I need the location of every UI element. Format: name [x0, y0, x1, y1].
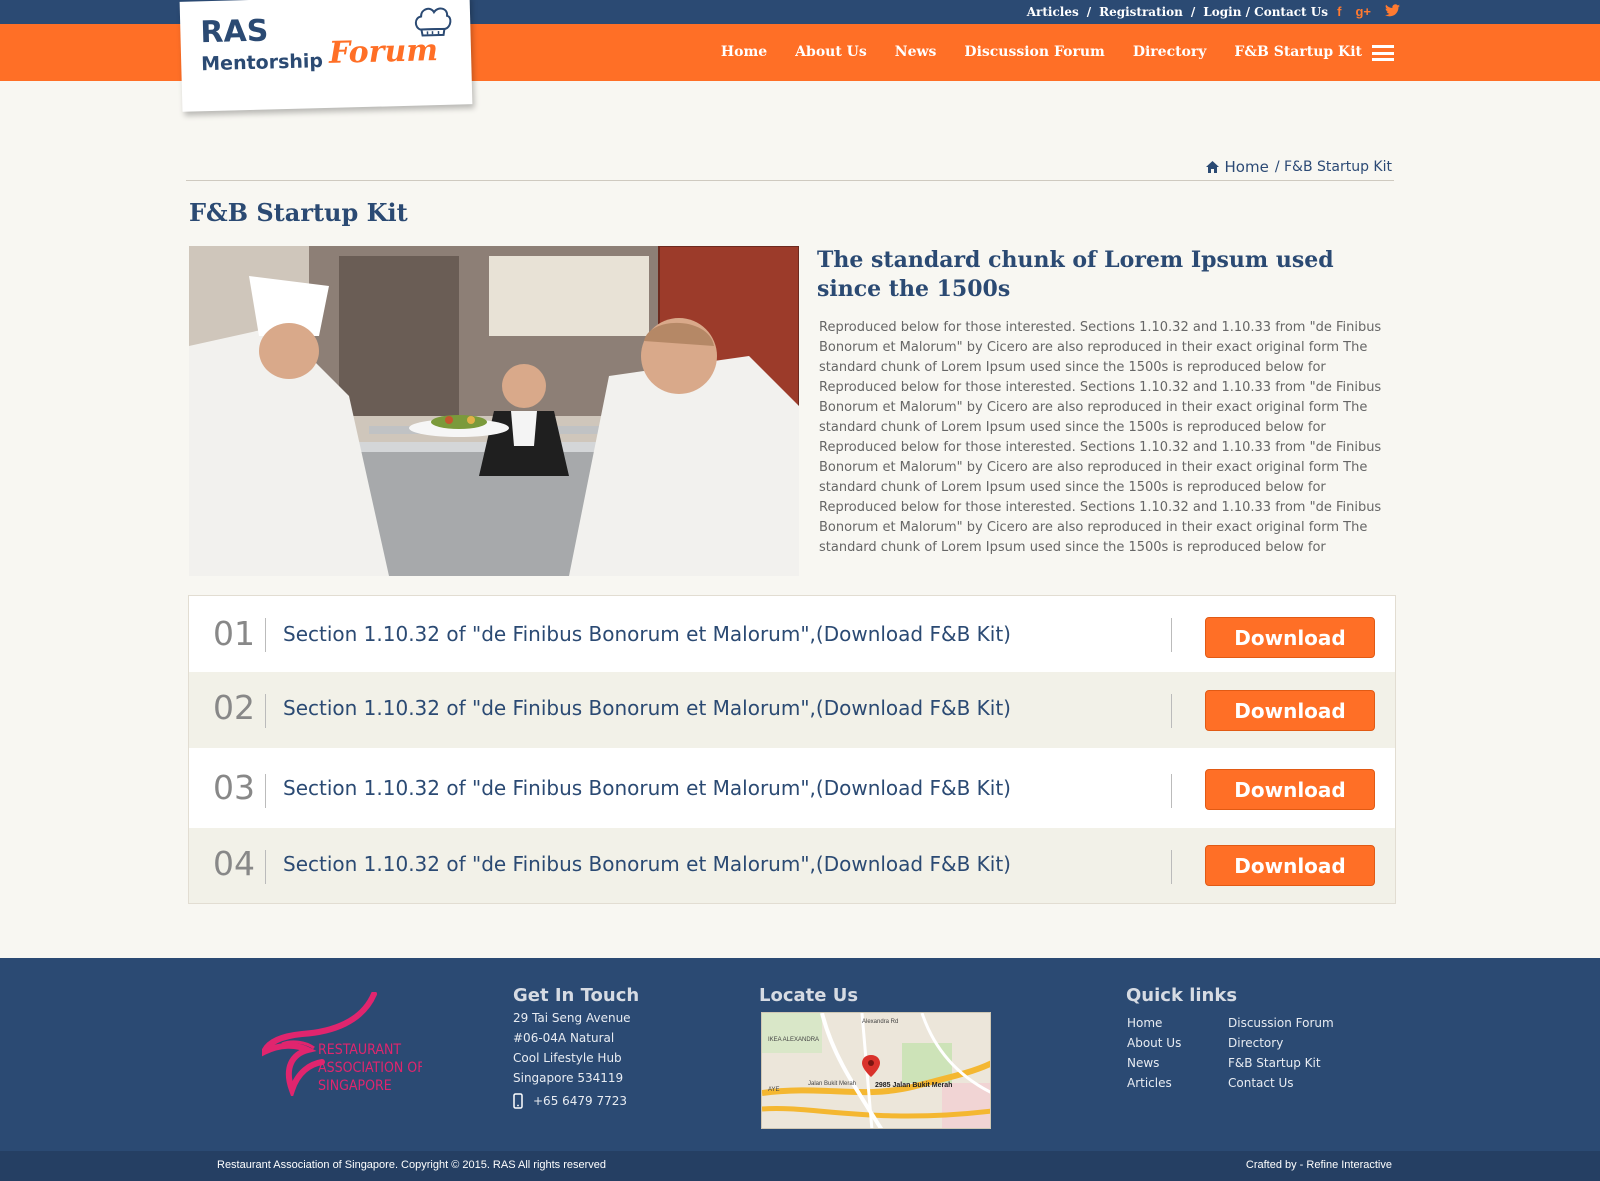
- contact-heading: Get In Touch: [513, 985, 640, 1006]
- address-line: 29 Tai Seng Avenue: [513, 1011, 631, 1025]
- quicklink-directory[interactable]: Directory: [1228, 1033, 1334, 1053]
- copyright: Restaurant Association of Singapore. Cop…: [217, 1159, 607, 1171]
- twitter-icon[interactable]: [1385, 4, 1400, 20]
- nav-discussion-forum[interactable]: Discussion Forum: [964, 44, 1104, 60]
- quicklinks-col1: Home About Us News Articles: [1127, 1013, 1181, 1093]
- intro-title: The standard chunk of Lorem Ipsum used s…: [817, 247, 1334, 302]
- top-link-registration[interactable]: Registration: [1099, 5, 1183, 19]
- top-link-login-contact[interactable]: Login / Contact Us: [1203, 5, 1328, 19]
- item-number: 01: [213, 614, 255, 653]
- address-line: Cool Lifestyle Hub: [513, 1051, 622, 1065]
- map-street-label: Alexandra Rd: [862, 1019, 898, 1025]
- list-item: 04 Section 1.10.32 of "de Finibus Bonoru…: [189, 828, 1395, 903]
- nav-news[interactable]: News: [895, 44, 937, 60]
- nav-fb-startup-kit[interactable]: F&B Startup Kit: [1234, 44, 1362, 60]
- contact-address: 29 Tai Seng Avenue #06-04A Natural Cool …: [513, 1008, 631, 1088]
- bottom-bar: Restaurant Association of Singapore. Cop…: [0, 1151, 1600, 1181]
- map-street-label: Jalan Bukit Merah: [808, 1081, 856, 1087]
- quicklink-fb-startup-kit[interactable]: F&B Startup Kit: [1228, 1053, 1334, 1073]
- download-button[interactable]: Download: [1205, 617, 1375, 658]
- download-list: 01 Section 1.10.32 of "de Finibus Bonoru…: [188, 595, 1396, 904]
- quicklink-articles[interactable]: Articles: [1127, 1073, 1181, 1093]
- top-link-articles[interactable]: Articles: [1027, 5, 1079, 19]
- item-number: 02: [213, 688, 255, 727]
- intro-text: Reproduced below for those interested. S…: [819, 320, 1382, 555]
- list-item: 01 Section 1.10.32 of "de Finibus Bonoru…: [189, 596, 1395, 672]
- quicklink-discussion-forum[interactable]: Discussion Forum: [1228, 1013, 1334, 1033]
- quicklinks-col2: Discussion Forum Directory F&B Startup K…: [1228, 1013, 1334, 1093]
- item-number: 03: [213, 768, 255, 807]
- kitchen-photo: [189, 246, 799, 576]
- ras-logo-line1: RESTAURANT: [318, 1042, 401, 1058]
- chef-hat-icon: [414, 7, 452, 37]
- item-title: Section 1.10.32 of "de Finibus Bonorum e…: [283, 852, 1011, 876]
- breadcrumb-home[interactable]: Home: [1225, 158, 1269, 176]
- quicklink-about-us[interactable]: About Us: [1127, 1033, 1181, 1053]
- list-item: 03 Section 1.10.32 of "de Finibus Bonoru…: [189, 748, 1395, 828]
- logo-forum: Forum: [328, 33, 439, 71]
- item-title: Section 1.10.32 of "de Finibus Bonorum e…: [283, 622, 1011, 646]
- contact-phone[interactable]: +65 6479 7723: [513, 1091, 627, 1111]
- facebook-icon[interactable]: f: [1337, 4, 1341, 20]
- breadcrumb: Home / F&B Startup Kit: [1205, 158, 1392, 176]
- breadcrumb-current: / F&B Startup Kit: [1274, 159, 1392, 175]
- ras-logo[interactable]: RESTAURANT ASSOCIATION OF SINGAPORE: [262, 992, 422, 1096]
- google-plus-icon[interactable]: g+: [1355, 4, 1371, 20]
- separator: [265, 618, 266, 652]
- download-button[interactable]: Download: [1205, 690, 1375, 731]
- separator: [265, 774, 266, 808]
- crafted-by[interactable]: Crafted by - Refine Interactive: [1246, 1159, 1392, 1171]
- address-line: #06-04A Natural: [513, 1031, 615, 1045]
- quicklinks-heading: Quick links: [1126, 985, 1238, 1006]
- top-links: Articles / Registration / Login / Contac…: [1027, 5, 1328, 19]
- quicklink-contact-us[interactable]: Contact Us: [1228, 1073, 1334, 1093]
- map-street-label: IKEA ALEXANDRA: [768, 1037, 819, 1043]
- item-number: 04: [213, 844, 255, 883]
- logo-mentorship: Mentorship: [200, 50, 324, 76]
- nav-directory[interactable]: Directory: [1133, 44, 1207, 60]
- separator: [1171, 618, 1172, 652]
- map-pin-label: 2985 Jalan Bukit Merah: [875, 1082, 952, 1089]
- nav-about-us[interactable]: About Us: [795, 44, 867, 60]
- main-nav: Home About Us News Discussion Forum Dire…: [721, 44, 1362, 60]
- mobile-phone-icon: [513, 1093, 523, 1109]
- ras-logo-line3: SINGAPORE: [318, 1078, 392, 1094]
- menu-icon[interactable]: [1372, 45, 1394, 61]
- separator: [265, 694, 266, 728]
- quicklink-news[interactable]: News: [1127, 1053, 1181, 1073]
- logo-ras: RAS: [199, 13, 269, 51]
- item-title: Section 1.10.32 of "de Finibus Bonorum e…: [283, 776, 1011, 800]
- download-button[interactable]: Download: [1205, 769, 1375, 810]
- social-links: f g+: [1337, 4, 1400, 20]
- location-map[interactable]: Alexandra Rd IKEA ALEXANDRA Jalan Bukit …: [761, 1012, 991, 1129]
- separator: [1171, 694, 1172, 728]
- page-title: F&B Startup Kit: [189, 198, 408, 227]
- nav-home[interactable]: Home: [721, 44, 767, 60]
- list-item: 02 Section 1.10.32 of "de Finibus Bonoru…: [189, 672, 1395, 748]
- home-icon: [1205, 161, 1219, 173]
- divider: [186, 180, 1394, 181]
- site-logo[interactable]: RAS Mentorship Forum: [179, 0, 473, 112]
- address-line: Singapore 534119: [513, 1071, 624, 1085]
- locate-heading: Locate Us: [759, 985, 859, 1006]
- separator: [1171, 774, 1172, 808]
- phone-number: +65 6479 7723: [533, 1094, 628, 1108]
- map-street-label: AYE: [768, 1087, 780, 1093]
- quicklink-home[interactable]: Home: [1127, 1013, 1181, 1033]
- ras-logo-line2: ASSOCIATION OF: [318, 1060, 422, 1076]
- top-link-separator: /: [1190, 5, 1196, 19]
- top-link-separator: /: [1086, 5, 1092, 19]
- item-title: Section 1.10.32 of "de Finibus Bonorum e…: [283, 696, 1011, 720]
- separator: [265, 850, 266, 884]
- download-button[interactable]: Download: [1205, 845, 1375, 886]
- separator: [1171, 850, 1172, 884]
